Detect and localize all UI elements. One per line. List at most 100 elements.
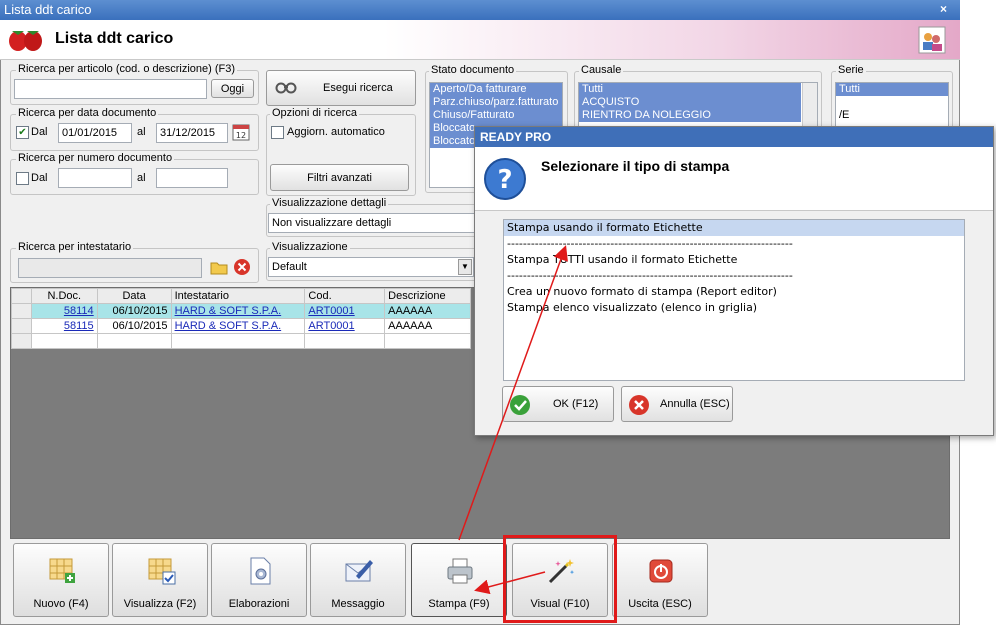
page-title: Lista ddt carico	[55, 30, 174, 47]
view-select[interactable]: Default	[268, 257, 474, 277]
document-gear-icon	[250, 557, 271, 585]
table-row[interactable]: 58115 06/10/2015 HARD & SOFT S.P.A. ART0…	[11, 318, 471, 334]
calendar-icon[interactable]: 12	[231, 122, 251, 142]
document-number-link[interactable]: 58114	[64, 305, 94, 317]
list-item[interactable]: Parz.chiuso/parz.fatturato	[430, 96, 562, 109]
number-to-input[interactable]	[156, 168, 228, 188]
dialog-header: ? Selezionare il tipo di stampa	[475, 147, 993, 211]
list-separator: ----------------------------------------…	[507, 237, 793, 250]
new-grid-icon	[49, 558, 75, 583]
date-from-checkbox[interactable]: ✔	[16, 126, 29, 139]
date-search-legend: Ricerca per data documento	[16, 107, 159, 119]
row-header	[11, 318, 32, 334]
title-bar: Lista ddt carico	[0, 0, 960, 20]
svg-text:12: 12	[236, 131, 246, 140]
list-item[interactable]: /E	[836, 109, 948, 122]
close-icon[interactable]: ×	[940, 2, 988, 16]
column-header-descrizione[interactable]: Descrizione	[384, 288, 471, 304]
causale-legend: Causale	[579, 64, 624, 76]
message-button-label: Messaggio	[331, 598, 385, 610]
power-icon	[649, 559, 673, 583]
exit-button[interactable]: Uscita (ESC)	[612, 543, 708, 617]
table-cell: AAAAAA	[384, 303, 471, 319]
row-header-corner	[11, 288, 32, 304]
date-from-input[interactable]	[58, 123, 132, 143]
new-button[interactable]: Nuovo (F4)	[13, 543, 109, 617]
exit-button-label: Uscita (ESC)	[628, 598, 692, 610]
check-icon	[510, 395, 530, 415]
table-row[interactable]	[11, 333, 471, 349]
table-cell: AAAAAA	[384, 318, 471, 334]
column-header-cod[interactable]: Cod.	[304, 288, 386, 304]
date-from-label: Dal	[31, 126, 48, 138]
number-from-checkbox[interactable]	[16, 172, 29, 185]
ok-button-label: OK (F12)	[553, 398, 599, 410]
list-item[interactable]: Stampa elenco visualizzato (elenco in gr…	[504, 300, 964, 316]
today-button[interactable]: Oggi	[211, 79, 254, 98]
printer-icon	[447, 558, 473, 584]
chevron-down-icon[interactable]: ▼	[458, 259, 472, 275]
view-button[interactable]: Visualizza (F2)	[112, 543, 208, 617]
holder-search-input[interactable]	[18, 258, 202, 278]
advanced-filters-button[interactable]: Filtri avanzati	[270, 164, 409, 191]
cancel-button-label: Annulla (ESC)	[660, 398, 730, 410]
list-item[interactable]: Tutti	[579, 83, 801, 96]
serie-list[interactable]: Tutti /E	[835, 82, 949, 128]
question-icon: ?	[484, 158, 526, 200]
table-row[interactable]: 58114 06/10/2015 HARD & SOFT S.P.A. ART0…	[11, 303, 471, 319]
list-item[interactable]: Tutti	[836, 83, 948, 96]
holder-link[interactable]: HARD & SOFT S.P.A.	[175, 305, 282, 317]
list-item[interactable]: ACQUISTO	[579, 96, 801, 109]
new-button-label: Nuovo (F4)	[33, 598, 89, 610]
causale-list[interactable]: Tutti ACQUISTO RIENTRO DA NOLEGGIO	[578, 82, 818, 128]
print-button-label: Stampa (F9)	[428, 598, 490, 610]
message-button[interactable]: Messaggio	[310, 543, 406, 617]
number-from-label: Dal	[31, 172, 48, 184]
cancel-button[interactable]: Annulla (ESC)	[621, 386, 733, 422]
article-search-input[interactable]	[14, 79, 207, 99]
article-code-link[interactable]: ART0001	[308, 305, 354, 317]
svg-text:?: ?	[497, 165, 512, 195]
view-legend: Visualizzazione	[270, 241, 350, 253]
window-title: Lista ddt carico	[4, 2, 92, 17]
print-button[interactable]: Stampa (F9)	[411, 543, 507, 617]
number-to-label: al	[137, 172, 146, 184]
auto-update-checkbox[interactable]	[271, 126, 284, 139]
print-options-list[interactable]: Stampa usando il formato Etichette -----…	[503, 219, 965, 381]
column-header-intestatario[interactable]: Intestatario	[170, 288, 306, 304]
auto-update-label: Aggiorn. automatico	[287, 126, 385, 138]
list-item[interactable]	[836, 96, 948, 109]
article-search-legend: Ricerca per articolo (cod. o descrizione…	[16, 63, 238, 75]
table-cell: 06/10/2015	[96, 303, 172, 319]
processing-button[interactable]: Elaborazioni	[211, 543, 307, 617]
details-select[interactable]: Non visualizzare dettagli	[268, 213, 504, 233]
list-item[interactable]: Aperto/Da fatturare	[430, 83, 562, 96]
dialog-title: READY PRO	[475, 127, 993, 147]
number-from-input[interactable]	[58, 168, 132, 188]
list-item[interactable]: Stampa usando il formato Etichette	[504, 220, 964, 236]
ok-button[interactable]: OK (F12)	[502, 386, 614, 422]
column-header-data[interactable]: Data	[96, 288, 172, 304]
list-item[interactable]: Chiuso/Fatturato	[430, 109, 562, 122]
list-item[interactable]: Stampa TUTTI usando il formato Etichette	[504, 252, 964, 268]
document-number-link[interactable]: 58115	[64, 320, 94, 332]
users-icon[interactable]	[918, 26, 946, 54]
number-search-legend: Ricerca per numero documento	[16, 152, 175, 164]
serie-legend: Serie	[836, 64, 866, 76]
row-header	[11, 303, 32, 319]
search-button[interactable]: Esegui ricerca	[266, 70, 416, 106]
page-header: Lista ddt carico	[0, 20, 960, 60]
list-item[interactable]: RIENTRO DA NOLEGGIO	[579, 109, 801, 122]
causale-scrollbar[interactable]	[802, 83, 817, 127]
folder-icon[interactable]	[209, 257, 229, 277]
search-options-legend: Opzioni di ricerca	[270, 107, 359, 119]
highlight-box	[503, 535, 617, 623]
list-item[interactable]: Crea un nuovo formato di stampa (Report …	[504, 284, 964, 300]
clear-icon[interactable]	[232, 257, 252, 277]
holder-search-legend: Ricerca per intestatario	[16, 241, 134, 253]
column-header-ndoc[interactable]: N.Doc.	[30, 288, 98, 304]
article-code-link[interactable]: ART0001	[308, 320, 354, 332]
holder-link[interactable]: HARD & SOFT S.P.A.	[175, 320, 282, 332]
list-separator: ----------------------------------------…	[507, 269, 793, 282]
date-to-input[interactable]	[156, 123, 228, 143]
